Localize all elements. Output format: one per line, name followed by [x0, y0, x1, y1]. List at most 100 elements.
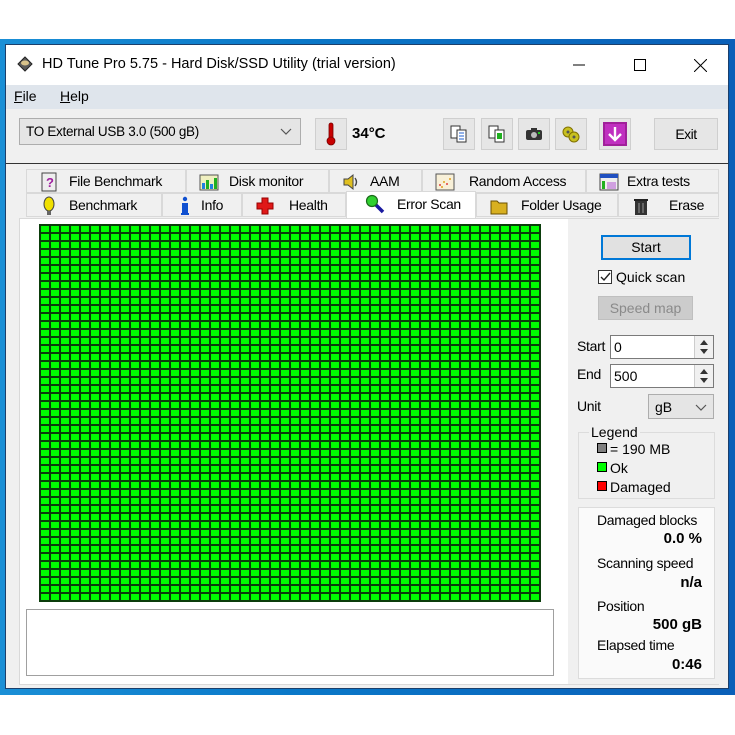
- scan-block: [41, 514, 49, 520]
- scan-block: [341, 322, 349, 328]
- scan-block: [51, 522, 59, 528]
- scan-block: [311, 282, 319, 288]
- scan-block: [61, 346, 69, 352]
- scan-block: [81, 306, 89, 312]
- scan-block: [171, 378, 179, 384]
- scan-block: [241, 594, 249, 600]
- scan-block: [181, 418, 189, 424]
- scan-block: [211, 546, 219, 552]
- scan-block: [471, 546, 479, 552]
- tab-aam[interactable]: AAM: [329, 169, 422, 193]
- unit-select[interactable]: gB: [648, 394, 714, 419]
- scan-block: [521, 450, 529, 456]
- scan-block: [41, 450, 49, 456]
- scan-block: [121, 538, 129, 544]
- copy-screenshot-button[interactable]: [481, 118, 513, 150]
- tab-error-scan[interactable]: Error Scan: [346, 191, 476, 218]
- scan-block: [161, 250, 169, 256]
- scan-block: [111, 594, 119, 600]
- scan-block: [161, 506, 169, 512]
- start-position-spinner[interactable]: 0: [610, 335, 714, 359]
- scan-block: [431, 338, 439, 344]
- scan-block: [421, 338, 429, 344]
- scan-block: [191, 306, 199, 312]
- copy-info-button[interactable]: [443, 118, 475, 150]
- menu-file[interactable]: File: [14, 88, 37, 104]
- scan-block: [261, 498, 269, 504]
- scan-block: [91, 346, 99, 352]
- scan-block: [471, 338, 479, 344]
- menu-help[interactable]: Help: [60, 88, 89, 104]
- quick-scan-label[interactable]: Quick scan: [616, 269, 685, 285]
- scan-block: [421, 242, 429, 248]
- exit-button[interactable]: Exit: [654, 118, 718, 150]
- scan-block: [441, 594, 449, 600]
- end-position-spinner[interactable]: 500: [610, 364, 714, 388]
- scan-log[interactable]: [26, 609, 554, 676]
- scan-block: [141, 466, 149, 472]
- tab-benchmark[interactable]: Benchmark: [26, 193, 162, 217]
- scan-block: [61, 298, 69, 304]
- scan-block: [341, 250, 349, 256]
- scan-block: [511, 242, 519, 248]
- scan-block: [291, 442, 299, 448]
- scan-block: [441, 266, 449, 272]
- scan-block: [221, 346, 229, 352]
- scan-block: [191, 498, 199, 504]
- scan-block: [151, 306, 159, 312]
- start-button[interactable]: Start: [601, 235, 691, 260]
- scan-block: [371, 394, 379, 400]
- scan-block: [371, 578, 379, 584]
- drive-select[interactable]: TO External USB 3.0 (500 gB): [19, 118, 301, 145]
- scan-block: [251, 250, 259, 256]
- scan-block: [381, 482, 389, 488]
- options-button[interactable]: [555, 118, 587, 150]
- download-button[interactable]: [599, 118, 631, 150]
- tab-extra-tests[interactable]: Extra tests: [586, 169, 719, 193]
- scan-block: [401, 290, 409, 296]
- scan-block: [341, 242, 349, 248]
- scan-block: [431, 514, 439, 520]
- tab-file-benchmark[interactable]: ? File Benchmark: [26, 169, 186, 193]
- scan-block: [531, 234, 539, 240]
- scan-block: [481, 346, 489, 352]
- scan-block: [521, 266, 529, 272]
- scan-block: [261, 490, 269, 496]
- scan-block: [111, 450, 119, 456]
- scan-block: [271, 306, 279, 312]
- scan-block: [471, 506, 479, 512]
- quick-scan-checkbox[interactable]: [598, 270, 612, 284]
- scan-block: [481, 354, 489, 360]
- tab-erase[interactable]: Erase: [618, 193, 719, 217]
- tab-info[interactable]: Info: [162, 193, 242, 217]
- title-bar[interactable]: HD Tune Pro 5.75 - Hard Disk/SSD Utility…: [6, 45, 728, 85]
- scan-block: [241, 322, 249, 328]
- scan-block: [381, 434, 389, 440]
- scan-block: [91, 466, 99, 472]
- spinner-arrows[interactable]: [694, 365, 713, 387]
- scan-block: [501, 378, 509, 384]
- scan-block: [271, 458, 279, 464]
- scan-block: [271, 426, 279, 432]
- temperature-button[interactable]: [315, 118, 347, 150]
- scan-block: [151, 338, 159, 344]
- scan-block: [461, 538, 469, 544]
- tab-random-access[interactable]: Random Access: [422, 169, 586, 193]
- close-button[interactable]: [677, 45, 723, 85]
- scan-block: [491, 578, 499, 584]
- scan-block: [111, 490, 119, 496]
- screenshot-button[interactable]: [518, 118, 550, 150]
- speed-map-button[interactable]: Speed map: [598, 296, 693, 320]
- scan-block: [521, 362, 529, 368]
- scan-block: [101, 250, 109, 256]
- spinner-arrows[interactable]: [694, 336, 713, 358]
- scan-block: [111, 282, 119, 288]
- scan-block: [231, 354, 239, 360]
- tab-folder-usage[interactable]: Folder Usage: [476, 193, 618, 217]
- scan-block: [101, 530, 109, 536]
- maximize-button[interactable]: [617, 45, 663, 85]
- scan-block: [321, 482, 329, 488]
- minimize-button[interactable]: [556, 45, 602, 85]
- tab-disk-monitor[interactable]: Disk monitor: [186, 169, 329, 193]
- tab-health[interactable]: Health: [242, 193, 346, 217]
